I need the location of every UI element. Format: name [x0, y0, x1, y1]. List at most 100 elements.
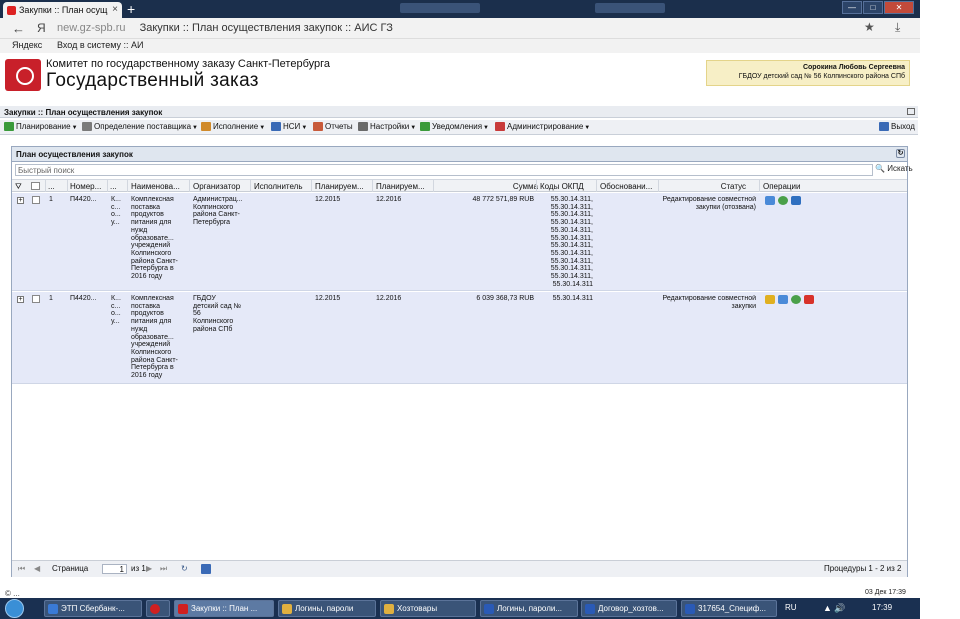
- col-reason[interactable]: Обосновани...: [600, 182, 658, 192]
- browser-tab[interactable]: Закупки :: План осущ ×: [3, 2, 122, 18]
- back-button[interactable]: ←: [12, 21, 25, 36]
- app-header: Комитет по государственному заказу Санкт…: [0, 53, 920, 101]
- menu-planning[interactable]: Планирование▼: [4, 122, 78, 131]
- menu-notifications[interactable]: Уведомления▼: [420, 122, 489, 131]
- row-extra: К... с... о... у...: [111, 295, 121, 326]
- execution-icon: [201, 122, 211, 131]
- taskbar-item[interactable]: [146, 600, 170, 617]
- approve-icon[interactable]: [765, 295, 775, 304]
- close-tab-icon[interactable]: ×: [112, 4, 118, 15]
- row-okpd: 55.30.14.311: [552, 295, 593, 302]
- tray-icons[interactable]: ▲ 🔊: [823, 603, 846, 614]
- download-icon[interactable]: ⤓: [895, 20, 900, 35]
- col-plan-end[interactable]: Планируем...: [376, 182, 433, 192]
- exit-button[interactable]: Выход: [879, 122, 915, 131]
- menu-nsi[interactable]: НСИ▼: [271, 122, 307, 131]
- row-okpd: 55.30.14.311, 55.30.14.311, 55.30.14.311…: [550, 196, 593, 288]
- page-number-input[interactable]: 1: [102, 564, 127, 574]
- row-number[interactable]: П4420...: [70, 196, 106, 204]
- col-plan-start[interactable]: Планируем...: [315, 182, 372, 192]
- select-all-checkbox[interactable]: [31, 182, 40, 190]
- menu-execution[interactable]: Исполнение▼: [201, 122, 265, 131]
- taskbar-item[interactable]: Логины, пароли...: [480, 600, 578, 617]
- refresh-icon[interactable]: [778, 196, 788, 205]
- row-plan-start: 12.2015: [315, 295, 341, 302]
- menu-reports-label: Отчеты: [325, 122, 353, 131]
- last-page-button[interactable]: ⏭: [160, 564, 167, 574]
- maximize-panel-icon[interactable]: [907, 108, 915, 115]
- col-name[interactable]: Наименова...: [131, 182, 189, 192]
- filter-icon[interactable]: ⛛: [15, 182, 22, 192]
- main-menu: Планирование▼ Определение поставщика▼ Ис…: [0, 120, 918, 135]
- reload-icon[interactable]: ↻: [181, 564, 188, 573]
- language-indicator[interactable]: RU: [785, 603, 797, 612]
- taskbar-item-active[interactable]: Закупки :: План ...: [174, 600, 274, 617]
- col-executor[interactable]: Исполнитель: [254, 182, 311, 192]
- word-icon: [484, 604, 494, 614]
- expand-row-icon[interactable]: +: [17, 296, 24, 303]
- user-org: ГБДОУ детский сад № 56 Колпинского район…: [738, 73, 905, 80]
- col-operations[interactable]: Операции: [763, 182, 823, 192]
- panel-title: Закупки :: План осуществления закупок: [0, 106, 918, 118]
- prev-page-button[interactable]: ◀: [34, 564, 40, 573]
- url-field[interactable]: new.gz-spb.ru Закупки :: План осуществле…: [57, 22, 393, 34]
- quick-search-input[interactable]: Быстрый поиск: [15, 164, 873, 176]
- refresh-grid-icon[interactable]: ↻: [896, 149, 905, 158]
- row-sum: 48 772 571,89 RUB: [472, 196, 535, 203]
- supplier-icon: [82, 122, 92, 131]
- exit-icon: [879, 122, 889, 131]
- menu-reports[interactable]: Отчеты: [313, 122, 353, 131]
- folder-icon: [384, 604, 394, 614]
- nsi-icon: [271, 122, 281, 131]
- taskbar-item[interactable]: Хозтовары: [380, 600, 476, 617]
- col-sum[interactable]: Сумма: [434, 182, 538, 192]
- row-organizer: ГБДОУ детский сад № 56 Колпинского район…: [193, 295, 242, 333]
- col-okpd[interactable]: Коды ОКПД: [540, 182, 596, 192]
- page-count-label: из 1: [131, 564, 146, 573]
- chart-icon[interactable]: [778, 295, 788, 304]
- menu-supplier[interactable]: Определение поставщика▼: [82, 122, 198, 131]
- menu-settings-label: Настройки: [370, 122, 410, 131]
- taskbar-item[interactable]: Договор_хозтов...: [581, 600, 677, 617]
- browser-tab-title: Закупки :: План осущ: [19, 5, 108, 15]
- expand-row-icon[interactable]: +: [17, 197, 24, 204]
- refresh-icon[interactable]: [791, 295, 801, 304]
- table-row[interactable]: + 1 П4420... К... с... о... у... Комплек…: [12, 193, 907, 291]
- list-icon[interactable]: [791, 196, 801, 205]
- menu-administration[interactable]: Администрирование▼: [495, 122, 590, 131]
- delete-icon[interactable]: [804, 295, 814, 304]
- bookmark-star-icon[interactable]: ★: [864, 20, 875, 34]
- folder-icon: [282, 604, 292, 614]
- col-status[interactable]: Статус: [660, 182, 746, 192]
- row-checkbox[interactable]: [32, 196, 40, 204]
- col-number[interactable]: Номер...: [70, 182, 106, 192]
- bookmark-login[interactable]: Вход в систему :: АИ: [57, 40, 143, 50]
- minimize-button[interactable]: —: [842, 1, 862, 14]
- col-organizer[interactable]: Организатор: [193, 182, 250, 192]
- start-button[interactable]: [5, 599, 24, 618]
- search-button[interactable]: 🔍 Искать: [875, 164, 913, 176]
- export-icon[interactable]: [201, 564, 211, 574]
- first-page-button[interactable]: ⏮: [18, 564, 25, 574]
- table-row[interactable]: + 1 П4420... К... с... о... у... Комплек…: [12, 292, 907, 384]
- yandex-icon[interactable]: Я: [37, 21, 46, 35]
- row-plan-end: 12.2016: [376, 295, 402, 302]
- status-left: © ...: [5, 589, 20, 598]
- col-extra[interactable]: ...: [110, 182, 126, 192]
- row-number[interactable]: П4420...: [70, 295, 106, 303]
- taskbar-item[interactable]: 317654_Специф...: [681, 600, 777, 617]
- search-button-label: Искать: [887, 164, 913, 173]
- maximize-button[interactable]: □: [863, 1, 883, 14]
- row-checkbox[interactable]: [32, 295, 40, 303]
- clock[interactable]: 17:39: [872, 603, 892, 612]
- menu-settings[interactable]: Настройки▼: [358, 122, 416, 131]
- taskbar-item[interactable]: ЭТП Сбербанк-...: [44, 600, 142, 617]
- grid-title-text: План осуществления закупок: [16, 150, 133, 159]
- next-page-button[interactable]: ▶: [146, 564, 152, 573]
- new-tab-button[interactable]: +: [127, 1, 135, 17]
- chart-icon[interactable]: [765, 196, 775, 205]
- col-index[interactable]: ...: [48, 182, 66, 192]
- close-window-button[interactable]: ✕: [884, 1, 914, 14]
- taskbar-item[interactable]: Логины, пароли: [278, 600, 376, 617]
- bookmark-yandex[interactable]: Яндекс: [12, 40, 42, 50]
